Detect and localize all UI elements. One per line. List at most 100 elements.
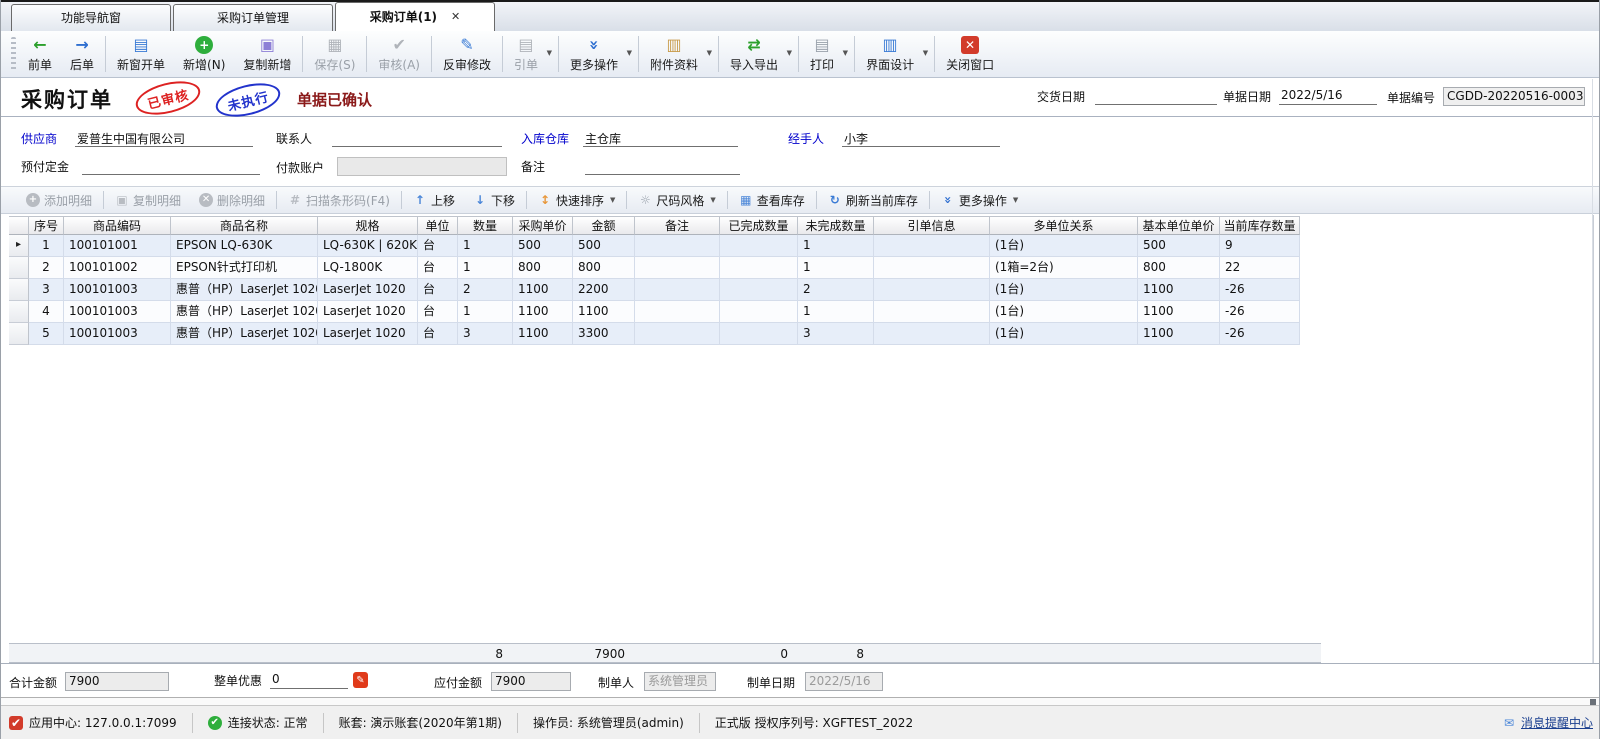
column-header[interactable]: 多单位关系	[990, 216, 1138, 235]
cell[interactable]: 1100	[1138, 301, 1220, 323]
table-row[interactable]: 5100101003惠普（HP）LaserJet 1020LaserJet 10…	[9, 323, 1300, 345]
attachment-button[interactable]: ▥附件资料▼	[641, 31, 716, 77]
cell[interactable]: 5	[29, 323, 64, 345]
new-window-button[interactable]: ▤新窗开单	[108, 31, 174, 77]
tab-3[interactable]: 采购订单(1)✕	[335, 2, 495, 31]
cell[interactable]: 台	[418, 235, 458, 257]
cell[interactable]: LaserJet 1020	[318, 323, 418, 345]
cell[interactable]	[874, 279, 990, 301]
cell[interactable]: 1	[458, 301, 513, 323]
cell[interactable]: 1	[458, 257, 513, 279]
cell[interactable]: -26	[1220, 301, 1300, 323]
message-center-link[interactable]: ✉消息提醒中心	[1502, 714, 1593, 731]
cell[interactable]: 3	[798, 323, 874, 345]
cell[interactable]	[720, 323, 798, 345]
import-export-button[interactable]: ⇄导入导出▼	[721, 31, 796, 77]
close-window-button[interactable]: ✕关闭窗口	[937, 31, 1003, 77]
cell[interactable]: 1	[458, 235, 513, 257]
column-header[interactable]: 金额	[573, 216, 635, 235]
column-header[interactable]: 单位	[418, 216, 458, 235]
delivery-date-input[interactable]	[1095, 88, 1217, 105]
chevron-down-icon[interactable]: ▼	[710, 196, 715, 204]
cell[interactable]: 台	[418, 323, 458, 345]
prepaid-input[interactable]	[82, 158, 260, 175]
cell[interactable]: 惠普（HP）LaserJet 1020	[171, 323, 318, 345]
cell[interactable]: 2	[458, 279, 513, 301]
cell[interactable]: 2	[798, 279, 874, 301]
cell[interactable]	[635, 301, 720, 323]
column-header[interactable]: 基本单位单价	[1138, 216, 1220, 235]
cell[interactable]	[720, 257, 798, 279]
cell[interactable]: 500	[573, 235, 635, 257]
cell[interactable]: 22	[1220, 257, 1300, 279]
cell[interactable]	[874, 257, 990, 279]
column-header[interactable]: 商品名称	[171, 216, 318, 235]
cell[interactable]: LQ-1800K	[318, 257, 418, 279]
chevron-down-icon[interactable]: ▼	[923, 49, 928, 57]
row-selector[interactable]: ▸	[9, 235, 29, 257]
cell[interactable]: 100101001	[64, 235, 171, 257]
cell[interactable]	[635, 279, 720, 301]
remark-input[interactable]	[585, 158, 740, 175]
cell[interactable]: 100101002	[64, 257, 171, 279]
chevron-down-icon[interactable]: ▼	[787, 49, 792, 57]
cell[interactable]: 1100	[513, 323, 573, 345]
cell[interactable]: 惠普（HP）LaserJet 1020	[171, 279, 318, 301]
cell[interactable]: 惠普（HP）LaserJet 1020	[171, 301, 318, 323]
row-selector[interactable]	[9, 279, 29, 301]
discount-input[interactable]: 0	[270, 672, 348, 689]
cell[interactable]	[720, 279, 798, 301]
cell[interactable]: 1100	[1138, 323, 1220, 345]
cell[interactable]	[720, 301, 798, 323]
cell[interactable]: 100101003	[64, 279, 171, 301]
chevron-down-icon[interactable]: ▼	[627, 49, 632, 57]
cell[interactable]	[874, 235, 990, 257]
table-row[interactable]: 3100101003惠普（HP）LaserJet 1020LaserJet 10…	[9, 279, 1300, 301]
cell[interactable]: 1	[798, 235, 874, 257]
more-button[interactable]: »更多操作▼	[932, 189, 1027, 211]
cell[interactable]: (1台)	[990, 279, 1138, 301]
cell[interactable]: 3	[29, 279, 64, 301]
cell[interactable]: 800	[1138, 257, 1220, 279]
cell[interactable]: 台	[418, 279, 458, 301]
cell[interactable]: 1100	[573, 301, 635, 323]
edit-button[interactable]: ✎反审修改	[434, 31, 500, 77]
move-down-button[interactable]: ↓下移	[464, 189, 524, 211]
column-header[interactable]: 商品编码	[64, 216, 171, 235]
row-selector[interactable]	[9, 257, 29, 279]
cell[interactable]: LQ-630K | 620K	[318, 235, 418, 257]
stock-grid-button[interactable]: ▦查看库存	[730, 189, 814, 211]
chevron-down-icon[interactable]: ▼	[707, 49, 712, 57]
cell[interactable]: (1台)	[990, 323, 1138, 345]
cell[interactable]	[720, 235, 798, 257]
chevron-down-icon[interactable]: ▼	[843, 49, 848, 57]
row-selector[interactable]	[9, 323, 29, 345]
cell[interactable]: 800	[513, 257, 573, 279]
cell[interactable]: 3300	[573, 323, 635, 345]
cell[interactable]: 100101003	[64, 301, 171, 323]
handler-input[interactable]: 小李	[842, 130, 1000, 147]
cell[interactable]: (1台)	[990, 301, 1138, 323]
cell[interactable]: EPSON针式打印机	[171, 257, 318, 279]
cell[interactable]: LaserJet 1020	[318, 279, 418, 301]
cell[interactable]: (1台)	[990, 235, 1138, 257]
supplier-input[interactable]: 爱普生中国有限公司	[75, 130, 253, 147]
cell[interactable]: 500	[1138, 235, 1220, 257]
cell[interactable]	[635, 235, 720, 257]
cell[interactable]: 1100	[513, 279, 573, 301]
warehouse-input[interactable]: 主仓库	[583, 130, 738, 147]
close-tab-icon[interactable]: ✕	[451, 3, 460, 31]
row-selector[interactable]	[9, 301, 29, 323]
column-header[interactable]: 序号	[29, 216, 64, 235]
cell[interactable]: 台	[418, 301, 458, 323]
cell[interactable]: EPSON LQ-630K	[171, 235, 318, 257]
cell[interactable]: 100101003	[64, 323, 171, 345]
column-header[interactable]: 数量	[458, 216, 513, 235]
prev-doc-button[interactable]: ←前单	[19, 31, 61, 77]
cell[interactable]	[635, 323, 720, 345]
column-header[interactable]: 当前库存数量	[1220, 216, 1300, 235]
cell[interactable]: 台	[418, 257, 458, 279]
right-scroll-track[interactable]	[1592, 79, 1593, 663]
cell[interactable]: (1箱=2台)	[990, 257, 1138, 279]
tab-1[interactable]: 功能导航窗	[11, 4, 171, 31]
